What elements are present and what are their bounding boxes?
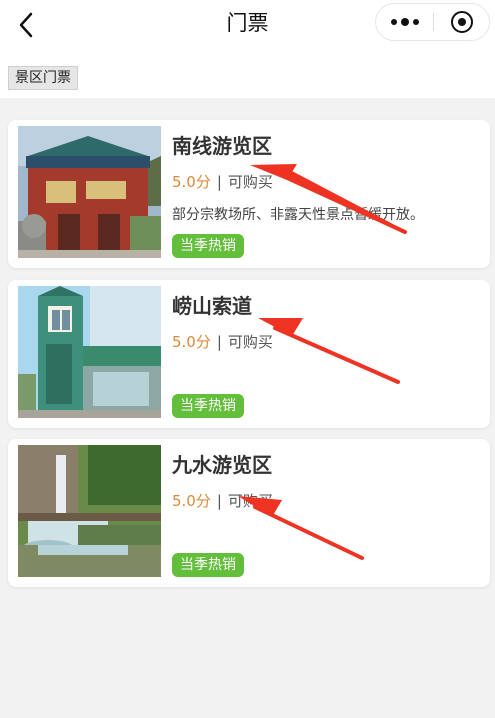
ticket-card-south-route[interactable]: 南线游览区 5.0分 | 可购买 部分宗教场所、非露天性景点暂缓开放。 当季热销 — [8, 120, 490, 268]
section-bar: 景区门票 — [0, 50, 495, 98]
item-status: 可购买 — [227, 492, 273, 510]
item-status: 可购买 — [227, 173, 273, 191]
ticket-card-jiushui[interactable]: 九水游览区 5.0分 | 可购买 当季热销 — [8, 439, 490, 587]
item-name: 崂山索道 — [172, 294, 252, 318]
hot-badge: 当季热销 — [172, 553, 244, 577]
waterfall-photo — [18, 445, 161, 577]
item-score: 5.0分 — [172, 492, 211, 510]
item-name: 南线游览区 — [172, 134, 272, 158]
more-button[interactable] — [376, 4, 433, 40]
item-score: 5.0分 — [172, 333, 211, 351]
item-meta: 5.0分 | 可购买 — [172, 170, 273, 194]
close-button[interactable] — [434, 4, 490, 40]
top-bar: 门票 — [0, 0, 495, 50]
hot-badge: 当季热销 — [172, 234, 244, 258]
mini-program-capsule — [375, 3, 490, 41]
ticket-card-cableway[interactable]: 崂山索道 5.0分 | 可购买 当季热销 — [8, 280, 490, 428]
item-meta: 5.0分 | 可购买 — [172, 330, 273, 354]
meta-separator: | — [216, 173, 222, 191]
scenic-ticket-tab[interactable]: 景区门票 — [8, 66, 78, 90]
item-meta: 5.0分 | 可购买 — [172, 489, 273, 513]
meta-separator: | — [216, 333, 222, 351]
close-target-icon — [451, 11, 473, 33]
item-name: 九水游览区 — [172, 453, 272, 477]
cableway-station-photo — [18, 286, 161, 418]
item-status: 可购买 — [227, 333, 273, 351]
more-dots-icon — [390, 19, 397, 25]
temple-photo — [18, 126, 161, 258]
hot-badge: 当季热销 — [172, 394, 244, 418]
item-score: 5.0分 — [172, 173, 211, 191]
item-note: 部分宗教场所、非露天性景点暂缓开放。 — [172, 207, 424, 223]
meta-separator: | — [216, 492, 222, 510]
